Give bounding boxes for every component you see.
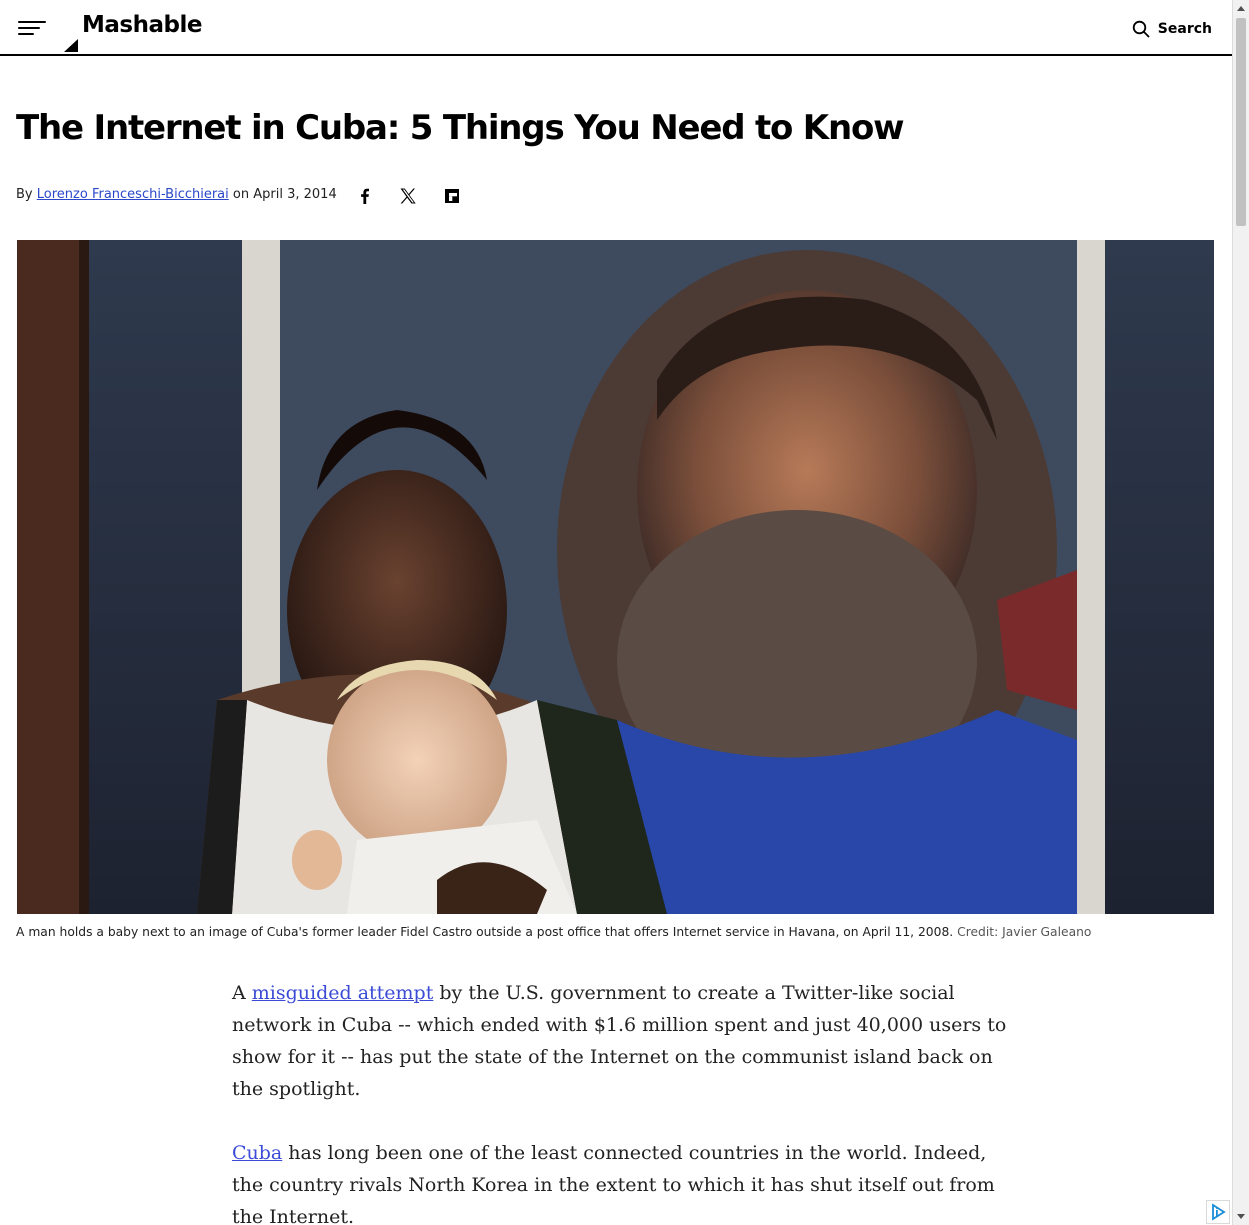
byline: By Lorenzo Franceschi-Bicchierai on Apri… — [16, 187, 337, 202]
article-body: A misguided attempt by the U.S. governme… — [232, 977, 1012, 1225]
logo-mark-icon — [64, 39, 78, 52]
paragraph: Cuba has long been one of the least conn… — [232, 1137, 1012, 1225]
photo-credit: Credit: Javier Galeano — [957, 925, 1092, 939]
hero-photo — [17, 240, 1214, 914]
date-prefix: on — [232, 187, 250, 202]
logo-text: Mashable — [82, 12, 202, 38]
paragraph-text: has long been one of the least connected… — [232, 1142, 995, 1225]
flipboard-icon[interactable] — [442, 186, 462, 206]
scroll-thumb[interactable] — [1236, 18, 1246, 226]
site-logo[interactable]: Mashable — [64, 12, 204, 54]
page: Mashable Search The Internet in Cuba: 5 … — [0, 0, 1232, 1225]
facebook-icon[interactable] — [355, 186, 375, 206]
hamburger-menu-icon[interactable] — [18, 18, 48, 38]
scroll-up-arrow-icon[interactable] — [1237, 6, 1245, 11]
x-icon[interactable] — [398, 186, 418, 206]
caption-text: A man holds a baby next to an image of C… — [16, 925, 954, 939]
search-button[interactable]: Search — [1132, 18, 1212, 40]
inline-link[interactable]: misguided attempt — [252, 982, 434, 1004]
site-header: Mashable Search — [0, 0, 1232, 56]
paragraph: A misguided attempt by the U.S. governme… — [232, 977, 1012, 1105]
paragraph-lead: A — [232, 982, 252, 1004]
article-title: The Internet in Cuba: 5 Things You Need … — [16, 108, 905, 148]
byline-prefix: By — [16, 187, 33, 202]
inline-link[interactable]: Cuba — [232, 1142, 282, 1164]
adchoices-icon[interactable] — [1206, 1200, 1230, 1224]
vertical-scrollbar[interactable] — [1232, 0, 1249, 1225]
image-caption: A man holds a baby next to an image of C… — [16, 925, 1091, 939]
author-link[interactable]: Lorenzo Franceschi-Bicchierai — [37, 187, 229, 202]
scroll-down-arrow-icon[interactable] — [1237, 1214, 1245, 1219]
search-label: Search — [1157, 21, 1212, 37]
magnifier-icon — [1132, 20, 1150, 38]
publish-date: April 3, 2014 — [253, 187, 337, 202]
